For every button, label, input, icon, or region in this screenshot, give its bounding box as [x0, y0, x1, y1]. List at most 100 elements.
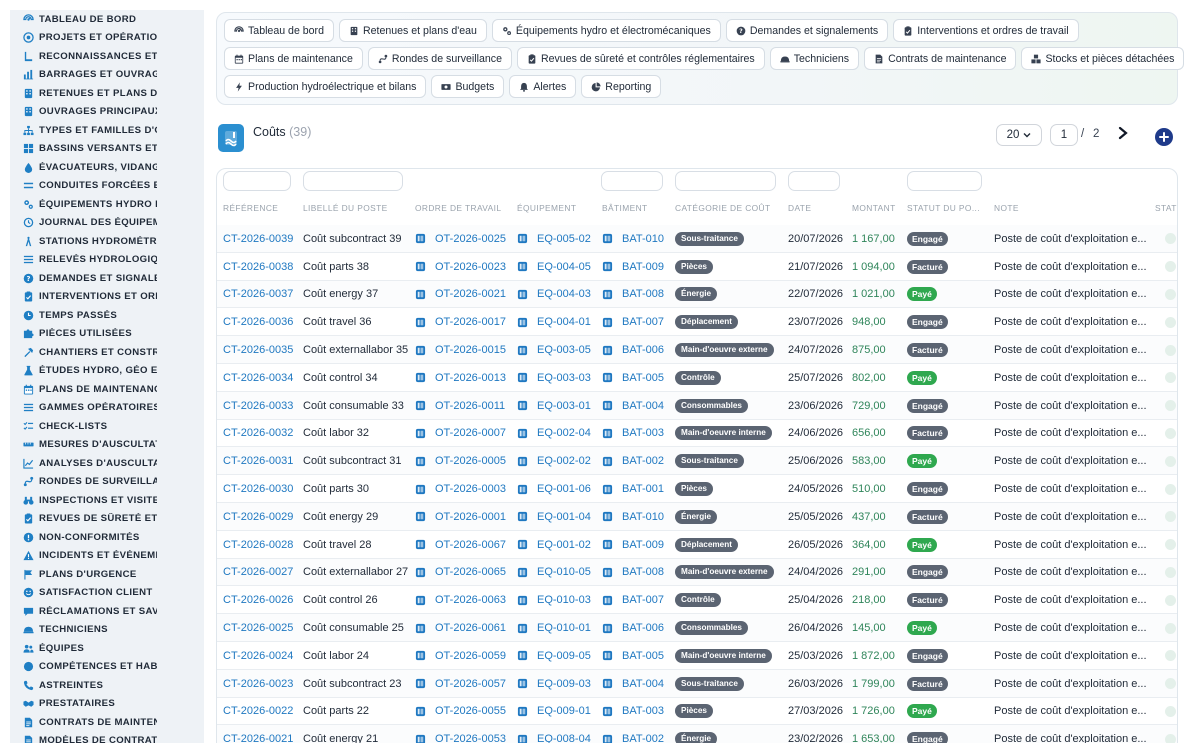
- shortcut-tableau-de-bord[interactable]: Tableau de bord: [224, 19, 334, 42]
- sidebar-item-incidents-et-evenements[interactable]: INCIDENTS ET ÉVÉNEMENTS: [10, 547, 204, 566]
- building-link[interactable]: BAT-001: [622, 483, 664, 495]
- sidebar-item-astreintes[interactable]: ASTREINTES: [10, 676, 204, 695]
- sidebar-item-tableau-de-bord[interactable]: TABLEAU DE BORD: [10, 10, 204, 29]
- sidebar-item-reconnaissances-et-visites[interactable]: RECONNAISSANCES ET VISITES: [10, 47, 204, 66]
- shortcut-alertes[interactable]: Alertes: [509, 75, 577, 98]
- sidebar-item-temps-passes[interactable]: TEMPS PASSÉS: [10, 306, 204, 325]
- sidebar-item-rondes-de-surveillance[interactable]: RONDES DE SURVEILLANCE: [10, 473, 204, 492]
- equipment-link[interactable]: EQ-001-06: [537, 483, 591, 495]
- work-order-link[interactable]: OT-2026-0059: [435, 650, 506, 662]
- equipment-link[interactable]: EQ-001-04: [537, 511, 591, 523]
- work-order-link[interactable]: OT-2026-0011: [435, 400, 505, 412]
- table-row[interactable]: CT-2026-0039 Coût subcontract 39 OT-2026-0…: [217, 225, 1177, 253]
- shortcut-rondes-de-surveillance[interactable]: Rondes de surveillance: [367, 47, 512, 70]
- current-page-input[interactable]: 1: [1050, 124, 1078, 146]
- sidebar-item-chantiers-et-constructions[interactable]: CHANTIERS ET CONSTRUCTIONS: [10, 343, 204, 362]
- reference-link[interactable]: CT-2026-0021: [223, 733, 293, 743]
- filter-status[interactable]: [907, 171, 982, 191]
- column-header-cost-category[interactable]: CATÉGORIE DE COÛT: [675, 203, 771, 213]
- work-order-link[interactable]: OT-2026-0017: [435, 316, 506, 328]
- reference-link[interactable]: CT-2026-0022: [223, 705, 293, 717]
- reference-link[interactable]: CT-2026-0029: [223, 511, 293, 523]
- reference-link[interactable]: CT-2026-0033: [223, 400, 293, 412]
- sidebar-item-projets-et-operations[interactable]: PROJETS ET OPÉRATIONS: [10, 29, 204, 48]
- shortcut-demandes-et-signalements[interactable]: ? Demandes et signalements: [725, 19, 889, 42]
- work-order-link[interactable]: OT-2026-0067: [435, 539, 506, 551]
- table-row[interactable]: CT-2026-0034 Coût control 34 OT-2026-0013 E…: [217, 364, 1177, 392]
- shortcut-retenues-et-plans-d-eau[interactable]: Retenues et plans d'eau: [338, 19, 487, 42]
- sidebar-item-conduites-forcees-et-galeries[interactable]: CONDUITES FORCÉES ET GALERIES: [10, 177, 204, 196]
- column-header-building[interactable]: BÂTIMENT: [602, 203, 648, 213]
- shortcut-production-hydroelectrique-et-bilans[interactable]: Production hydroélectrique et bilans: [224, 75, 427, 98]
- work-order-link[interactable]: OT-2026-0015: [435, 344, 506, 356]
- table-row[interactable]: CT-2026-0035 Coût externallabor 35 OT-2026…: [217, 336, 1177, 364]
- table-row[interactable]: CT-2026-0036 Coût travel 36 OT-2026-0017 EQ…: [217, 308, 1177, 337]
- work-order-link[interactable]: OT-2026-0023: [435, 261, 506, 273]
- equipment-link[interactable]: EQ-009-05: [537, 650, 591, 662]
- building-link[interactable]: BAT-006: [622, 344, 664, 356]
- sidebar-item-equipes[interactable]: ÉQUIPES: [10, 639, 204, 658]
- equipment-link[interactable]: EQ-010-05: [537, 566, 591, 578]
- shortcut-revues-de-surete-et-controles-reglementaires[interactable]: Revues de sûreté et contrôles réglementa…: [516, 47, 765, 70]
- table-row[interactable]: CT-2026-0022 Coût parts 22 OT-2026-0055 EQ-…: [217, 698, 1177, 726]
- reference-link[interactable]: CT-2026-0037: [223, 288, 293, 300]
- sidebar-item-plans-d-urgence[interactable]: PLANS D'URGENCE: [10, 565, 204, 584]
- shortcut-budgets[interactable]: Budgets: [431, 75, 505, 98]
- table-row[interactable]: CT-2026-0029 Coût energy 29 OT-2026-0001 EQ…: [217, 502, 1177, 531]
- building-link[interactable]: BAT-002: [622, 455, 664, 467]
- sidebar-item-modeles-de-contrats[interactable]: MODÈLES DE CONTRATS: [10, 732, 204, 743]
- sidebar-item-interventions-et-ordres-de-travail[interactable]: INTERVENTIONS ET ORDRES DE TRAVAIL: [10, 288, 204, 307]
- equipment-link[interactable]: EQ-010-03: [537, 594, 591, 606]
- sidebar-item-retenues-et-plans-d-eau[interactable]: RETENUES ET PLANS D'EAU: [10, 84, 204, 103]
- page-size-select[interactable]: 20: [996, 124, 1042, 146]
- reference-link[interactable]: CT-2026-0034: [223, 372, 293, 384]
- table-row[interactable]: CT-2026-0027 Coût externallabor 27 OT-2026…: [217, 558, 1177, 587]
- work-order-link[interactable]: OT-2026-0007: [435, 427, 506, 439]
- sidebar-item-competences-et-habilitations[interactable]: COMPÉTENCES ET HABILITATIONS: [10, 658, 204, 677]
- equipment-link[interactable]: EQ-010-01: [537, 622, 591, 634]
- table-row[interactable]: CT-2026-0025 Coût consumable 25 OT-2026-00…: [217, 614, 1177, 642]
- filter-date[interactable]: [788, 171, 840, 191]
- table-row[interactable]: CT-2026-0023 Coût subcontract 23 OT-2026-0…: [217, 669, 1177, 698]
- sidebar-item-inspections-et-visites[interactable]: INSPECTIONS ET VISITES: [10, 491, 204, 510]
- work-order-link[interactable]: OT-2026-0055: [435, 705, 506, 717]
- work-order-link[interactable]: OT-2026-0021: [435, 288, 506, 300]
- shortcut-techniciens[interactable]: Techniciens: [769, 47, 860, 70]
- filter-building[interactable]: [601, 171, 663, 191]
- building-link[interactable]: BAT-007: [622, 594, 664, 606]
- table-row[interactable]: CT-2026-0038 Coût parts 38 OT-2026-0023 EQ-…: [217, 253, 1177, 281]
- sidebar-item-analyses-d-auscultation[interactable]: ANALYSES D'AUSCULTATION: [10, 454, 204, 473]
- reference-link[interactable]: CT-2026-0035: [223, 344, 293, 356]
- sidebar-item-stations-hydrometriques[interactable]: STATIONS HYDROMÉTRIQUES: [10, 232, 204, 251]
- column-header-work-order[interactable]: ORDRE DE TRAVAIL: [415, 203, 501, 213]
- reference-link[interactable]: CT-2026-0024: [223, 650, 293, 662]
- column-header-note[interactable]: NOTE: [994, 203, 1019, 213]
- reference-link[interactable]: CT-2026-0027: [223, 566, 293, 578]
- sidebar-item-mesures-d-auscultation[interactable]: MESURES D'AUSCULTATION: [10, 436, 204, 455]
- sidebar-item-demandes-et-signalements[interactable]: ? DEMANDES ET SIGNALEMENTS: [10, 269, 204, 288]
- building-link[interactable]: BAT-010: [622, 511, 664, 523]
- sidebar-item-journal-des-equipements[interactable]: JOURNAL DES ÉQUIPEMENTS: [10, 214, 204, 233]
- reference-link[interactable]: CT-2026-0032: [223, 427, 293, 439]
- table-row[interactable]: CT-2026-0028 Coût travel 28 OT-2026-0067 EQ…: [217, 531, 1177, 559]
- equipment-link[interactable]: EQ-004-05: [537, 261, 591, 273]
- column-header-amount[interactable]: MONTANT: [852, 203, 896, 213]
- equipment-link[interactable]: EQ-008-04: [537, 733, 591, 743]
- equipment-link[interactable]: EQ-005-02: [537, 233, 591, 245]
- table-row[interactable]: CT-2026-0021 Coût energy 21 OT-2026-0053 EQ…: [217, 725, 1177, 743]
- filter-label[interactable]: [303, 171, 403, 191]
- work-order-link[interactable]: OT-2026-0053: [435, 733, 506, 743]
- column-header-label[interactable]: LIBELLÉ DU POSTE: [303, 203, 388, 213]
- shortcut-equipements-hydro-et-electromecaniques[interactable]: Équipements hydro et électromécaniques: [491, 19, 721, 42]
- reference-link[interactable]: CT-2026-0038: [223, 261, 293, 273]
- next-page-chevron-icon[interactable]: [1116, 125, 1130, 141]
- sidebar-item-releves-hydrologiques[interactable]: RELEVÉS HYDROLOGIQUES: [10, 251, 204, 270]
- sidebar-item-types-et-familles-d-ouvrages[interactable]: TYPES ET FAMILLES D'OUVRAGES: [10, 121, 204, 140]
- equipment-link[interactable]: EQ-001-02: [537, 539, 591, 551]
- equipment-link[interactable]: EQ-003-03: [537, 372, 591, 384]
- sidebar-item-ouvrages-principaux[interactable]: OUVRAGES PRINCIPAUX: [10, 103, 204, 122]
- sidebar-item-evacuateurs-vidanges[interactable]: ÉVACUATEURS, VIDANGES: [10, 158, 204, 177]
- shortcut-stocks-et-pieces-detachees[interactable]: Stocks et pièces détachées: [1021, 47, 1185, 70]
- work-order-link[interactable]: OT-2026-0013: [435, 372, 506, 384]
- sidebar-item-etudes-hydro-geo-et-structure[interactable]: ÉTUDES HYDRO, GÉO ET STRUCTURE: [10, 362, 204, 381]
